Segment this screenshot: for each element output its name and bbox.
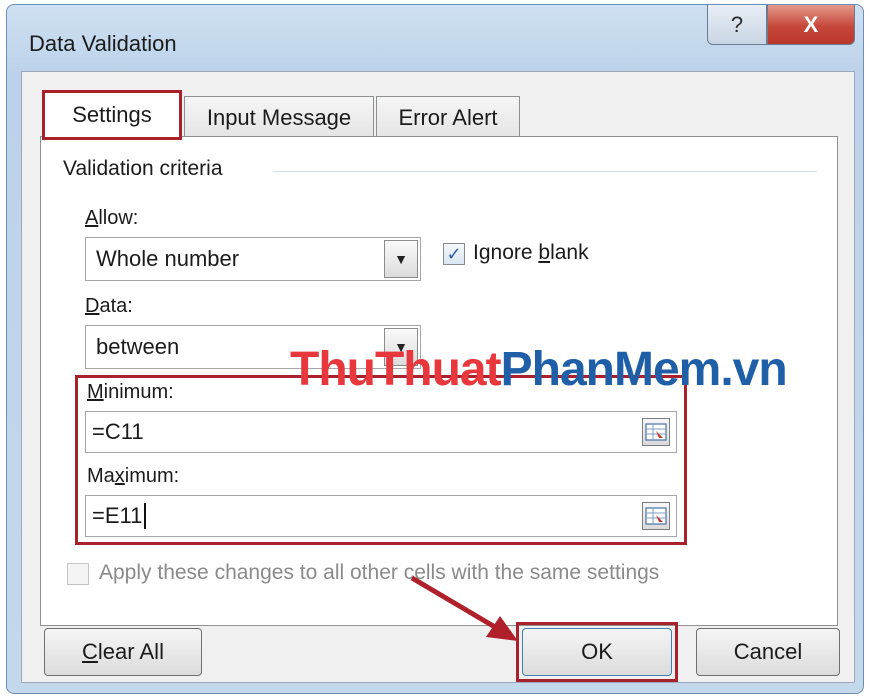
- data-value: between: [96, 334, 180, 359]
- chevron-down-icon: ▼: [394, 251, 408, 267]
- help-icon: ?: [730, 11, 744, 37]
- clear-all-rest: lear All: [97, 639, 164, 664]
- ignore-blank-label[interactable]: Ignore blank: [473, 241, 589, 265]
- checkmark-icon: ✓: [446, 243, 462, 264]
- dialog-client-area: Settings Input Message Error Alert Valid…: [21, 71, 855, 683]
- help-button[interactable]: ?: [707, 5, 767, 45]
- ignore-blank-label-pre: Ignore: [473, 241, 539, 264]
- tab-error-alert-label: Error Alert: [398, 104, 498, 130]
- validation-criteria-label: Validation criteria: [63, 157, 233, 181]
- ignore-blank-checkbox[interactable]: ✓: [443, 243, 465, 265]
- close-button[interactable]: X: [767, 5, 855, 45]
- ignore-blank-label-post: lank: [550, 241, 589, 264]
- allow-label-rest: llow:: [98, 207, 139, 229]
- data-validation-dialog: Data Validation ? X Settings Input Messa…: [6, 4, 864, 694]
- settings-panel: Validation criteria Allow: Whole number …: [40, 136, 838, 626]
- clear-all-button[interactable]: Clear All: [44, 628, 202, 676]
- min-max-highlight: [75, 375, 687, 545]
- group-divider: [273, 171, 817, 172]
- cancel-label: Cancel: [733, 639, 803, 664]
- dialog-title: Data Validation: [29, 31, 177, 56]
- allow-label: Allow:: [85, 207, 138, 230]
- ignore-blank-label-hotkey: b: [538, 241, 551, 264]
- allow-label-hotkey: A: [85, 207, 99, 229]
- apply-all-checkbox[interactable]: [67, 563, 89, 585]
- tab-input-message-label: Input Message: [206, 104, 352, 130]
- data-label-hotkey: D: [85, 295, 100, 317]
- close-icon: X: [803, 11, 819, 37]
- data-dropdown-button[interactable]: ▼: [384, 328, 418, 366]
- data-select[interactable]: between ▼: [85, 325, 421, 369]
- apply-all-label[interactable]: Apply these changes to all other cells w…: [99, 561, 659, 585]
- cancel-button[interactable]: Cancel: [696, 628, 840, 676]
- tab-error-alert[interactable]: Error Alert: [376, 96, 520, 138]
- allow-value: Whole number: [96, 246, 240, 271]
- allow-dropdown-button[interactable]: ▼: [384, 240, 418, 278]
- chevron-down-icon: ▼: [394, 339, 408, 355]
- data-label-rest: ata:: [99, 295, 133, 317]
- data-label: Data:: [85, 295, 133, 318]
- clear-all-hotkey: C: [82, 639, 98, 664]
- ok-button-highlight: [516, 622, 678, 682]
- allow-select[interactable]: Whole number ▼: [85, 237, 421, 281]
- tab-input-message[interactable]: Input Message: [184, 96, 374, 138]
- settings-tab-highlight: [42, 90, 182, 140]
